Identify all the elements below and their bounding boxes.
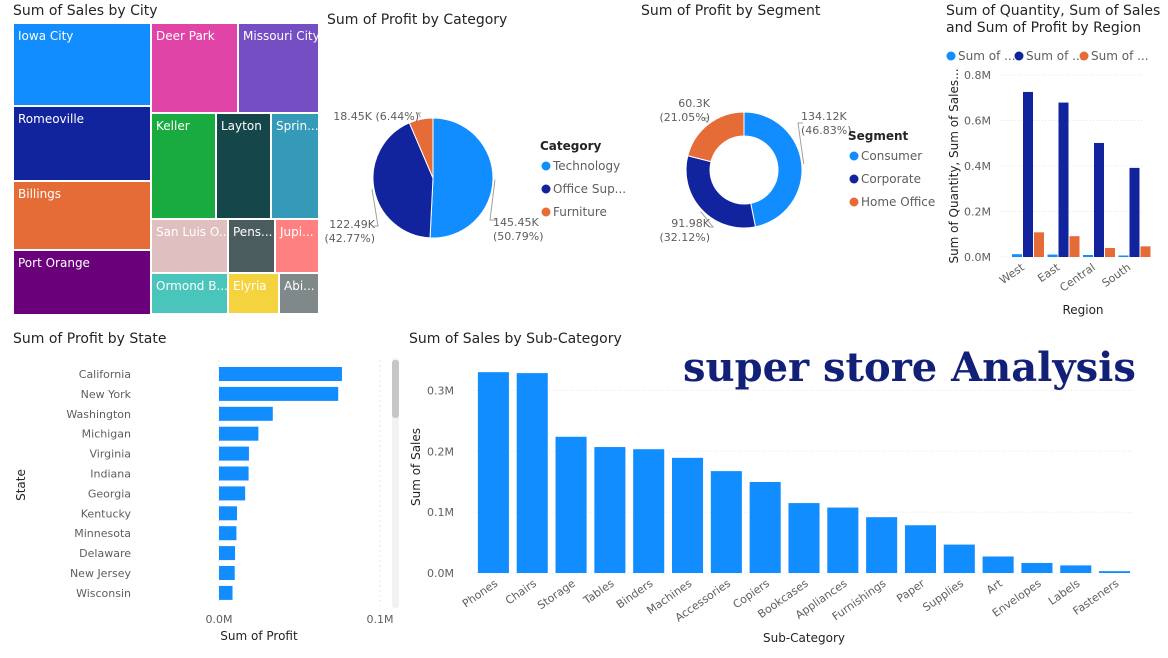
- y-tick-label: 0.2M: [427, 445, 454, 458]
- subcategory-bar[interactable]: [477, 372, 509, 573]
- subcategory-bar[interactable]: [788, 503, 820, 573]
- x-tick-label: Supplies: [920, 577, 966, 614]
- x-tick-label: Chairs: [503, 577, 539, 608]
- subcategory-chart-panel: Sum of Sales by Sub-Category 0.0M 0.1M 0.2…: [0, 0, 1168, 658]
- subcategory-bar[interactable]: [710, 471, 742, 573]
- dashboard-title: super store Analysis: [683, 344, 1136, 391]
- x-tick-label: Tables: [580, 577, 616, 608]
- subcategory-bar[interactable]: [633, 449, 665, 573]
- subcategory-bar[interactable]: [827, 507, 859, 573]
- subcategory-bar[interactable]: [904, 525, 936, 573]
- subcategory-bar[interactable]: [672, 457, 704, 573]
- subcategory-chart: 0.0M 0.1M 0.2M 0.3M Phones ChairsStorage Table…: [409, 372, 1134, 645]
- x-tick-label: Storage: [535, 577, 578, 612]
- subcategory-bar[interactable]: [749, 482, 781, 573]
- subcategory-bar[interactable]: [1021, 562, 1053, 573]
- y-tick-label: 0.0M: [427, 567, 454, 580]
- subcategory-bar[interactable]: [1060, 565, 1092, 573]
- subcategory-bar[interactable]: [594, 447, 626, 573]
- subcategory-bar[interactable]: [866, 517, 898, 573]
- subcategory-bar[interactable]: [1099, 571, 1131, 573]
- subcategory-bar[interactable]: [516, 373, 548, 573]
- y-axis-title: Sum of Sales: [409, 428, 423, 506]
- x-tick-label: Phones: [460, 577, 500, 611]
- subcategory-bar[interactable]: [555, 436, 587, 573]
- subcategory-bar[interactable]: [982, 556, 1014, 573]
- y-tick-label: 0.1M: [427, 506, 454, 519]
- x-axis-title: Sub-Category: [763, 631, 845, 645]
- y-tick-label: 0.3M: [427, 384, 454, 397]
- subcategory-bar[interactable]: [943, 544, 975, 573]
- x-tick-label: Art: [984, 576, 1005, 596]
